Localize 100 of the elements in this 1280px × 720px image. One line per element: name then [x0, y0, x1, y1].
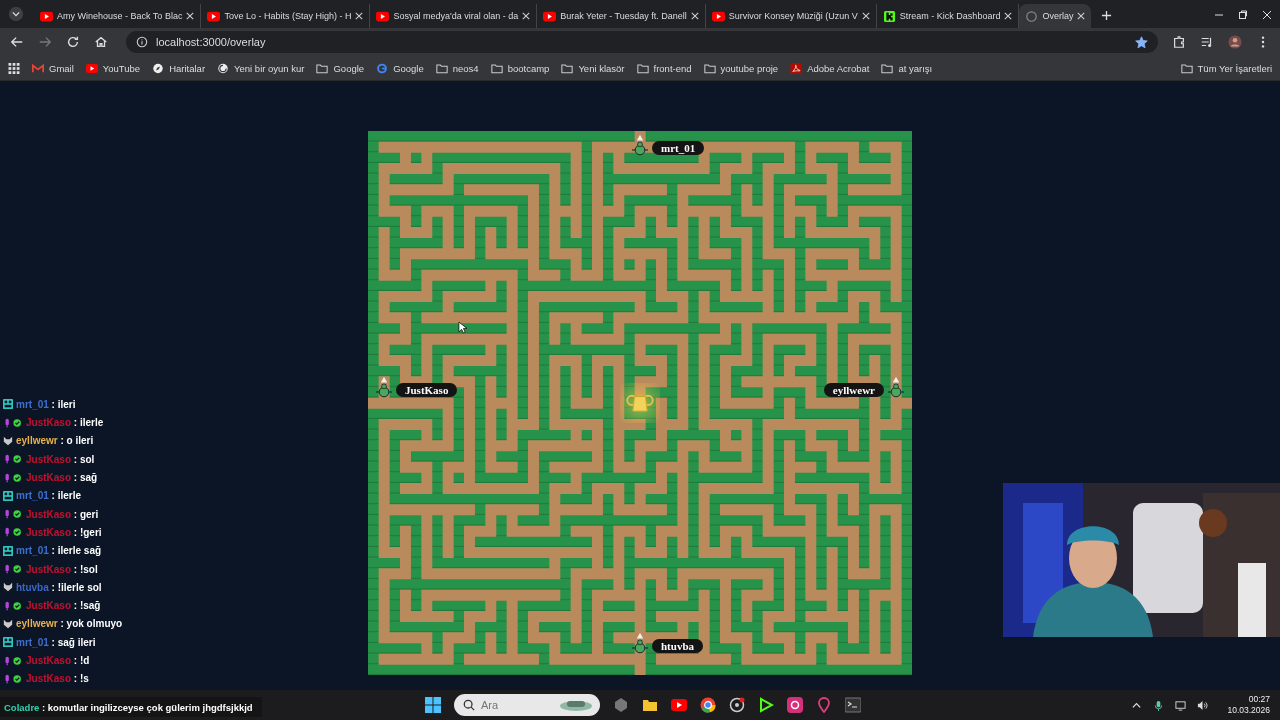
close-icon[interactable] [522, 12, 531, 20]
profile-avatar-icon[interactable] [1228, 35, 1242, 49]
player-name-label: htuvba [652, 639, 704, 653]
bookmark-item[interactable]: neos4 [435, 62, 479, 74]
microphone-icon[interactable] [1153, 699, 1165, 711]
bookmark-item[interactable]: Yeni klasör [561, 62, 625, 74]
close-icon[interactable] [1077, 12, 1086, 20]
close-icon[interactable] [355, 12, 364, 20]
badge-icon [3, 399, 13, 410]
mouse-cursor-icon [458, 321, 467, 334]
new-tab-icon[interactable] [1101, 10, 1113, 21]
youtube-icon [40, 10, 53, 22]
folder-icon [490, 62, 503, 74]
badge-icon [3, 545, 13, 556]
badge-icon [3, 490, 13, 501]
swirl-icon [217, 62, 230, 74]
player-name-label: eyllwewr [823, 383, 884, 397]
microphone-badge-icon [3, 655, 23, 666]
bookmark-item[interactable]: Haritalar [152, 62, 206, 74]
close-icon[interactable] [1262, 10, 1272, 20]
address-bar[interactable]: localhost:3000/overlay [126, 31, 1158, 53]
youtube-icon [85, 62, 98, 74]
search-icon [463, 699, 475, 711]
chat-message: JustKaso : !sağ [26, 600, 101, 612]
folder-icon [881, 62, 894, 74]
tab-search-icon[interactable] [8, 6, 24, 22]
all-bookmarks-item[interactable]: Tüm Yer İşaretleri [1180, 62, 1272, 74]
apps-grid-icon[interactable] [8, 62, 20, 74]
folder-icon [561, 62, 574, 74]
bookmark-item[interactable]: front-end [636, 62, 692, 74]
close-icon[interactable] [690, 12, 699, 20]
folder-icon [703, 62, 716, 74]
microphone-badge-icon [3, 509, 23, 520]
player-name-label: JustKaso [396, 383, 458, 397]
search-field[interactable]: Ara [454, 694, 600, 716]
close-icon[interactable] [1004, 12, 1013, 20]
media-icon[interactable] [1200, 35, 1214, 49]
bookmark-star-icon[interactable] [1135, 35, 1148, 49]
network-icon[interactable] [1175, 699, 1187, 711]
chat-message: mrt_01 : ilerle sağ [16, 545, 102, 557]
play-app-icon[interactable] [758, 697, 774, 713]
chat-message: Coladre : komutlar ingilizceyse çok gülerim jhgdfsjkkjd [4, 701, 253, 713]
url-text: localhost:3000/overlay [156, 36, 267, 48]
folder-icon [636, 62, 649, 74]
site-info-icon[interactable] [136, 36, 148, 48]
folder-icon [316, 62, 329, 74]
wolf-badge-icon [3, 582, 13, 593]
bookmark-item[interactable]: Google [316, 62, 365, 74]
bookmark-item[interactable]: YouTube [85, 62, 141, 74]
restore-icon[interactable] [1238, 10, 1248, 20]
microphone-badge-icon [3, 564, 23, 575]
chat-message: JustKaso : !geri [26, 526, 102, 538]
forward-icon[interactable] [38, 35, 52, 49]
badge-icon [3, 637, 13, 648]
app-icon[interactable] [613, 697, 629, 713]
bookmark-item[interactable]: at yarışı [881, 62, 933, 74]
aperture-icon[interactable] [729, 697, 745, 713]
bookmark-item[interactable]: Adobe Acrobat [790, 62, 870, 74]
chrome-icon[interactable] [700, 697, 716, 713]
microphone-badge-icon [3, 472, 23, 483]
bookmark-item[interactable]: Yeni bir oyun kur [217, 62, 305, 74]
bookmark-item[interactable]: Gmail [32, 62, 74, 74]
bookmark-item[interactable]: Google [376, 62, 424, 74]
speaker-icon[interactable] [1197, 699, 1209, 711]
microphone-badge-icon [3, 417, 23, 428]
trophy-icon [626, 393, 654, 413]
instagram-icon[interactable] [787, 697, 803, 713]
chat-message: eyllwewr : yok olmuyo [16, 618, 123, 630]
clock-time: 00:27 [1248, 694, 1270, 705]
acrobat-icon [790, 62, 803, 74]
google-icon [376, 62, 389, 74]
chat-message: mrt_01 : ilerle [16, 490, 82, 502]
microphone-badge-icon [3, 600, 23, 611]
terminal-icon[interactable] [845, 697, 861, 713]
reload-icon[interactable] [66, 35, 80, 49]
search-highlight-icon [559, 698, 593, 712]
youtube-icon [376, 10, 390, 22]
folder-icon[interactable] [642, 697, 658, 713]
extensions-icon[interactable] [1172, 35, 1186, 49]
chat-message: mrt_01 : sağ ileri [16, 636, 96, 648]
player-name-label: mrt_01 [652, 141, 705, 155]
microphone-badge-icon [3, 527, 23, 538]
windows-start-icon[interactable] [425, 697, 441, 713]
bookmark-item[interactable]: youtube proje [703, 62, 779, 74]
wolf-badge-icon [3, 618, 13, 629]
youtube-icon[interactable] [671, 697, 687, 713]
map-pin-icon[interactable] [816, 697, 832, 713]
close-icon[interactable] [186, 12, 195, 20]
close-icon[interactable] [861, 12, 870, 20]
back-icon[interactable] [10, 35, 24, 49]
microphone-badge-icon [3, 454, 23, 465]
clock-date: 10.03.2026 [1227, 705, 1270, 716]
wolf-badge-icon [3, 436, 13, 446]
browser-tab[interactable]: Overlay [1019, 4, 1092, 28]
chat-message: JustKaso : !s [26, 673, 89, 685]
bookmark-item[interactable]: bootcamp [490, 62, 550, 74]
chat-message: JustKaso : ilerle [26, 417, 104, 429]
home-icon[interactable] [94, 35, 108, 49]
youtube-icon [543, 10, 557, 22]
envelope-icon [32, 62, 44, 74]
